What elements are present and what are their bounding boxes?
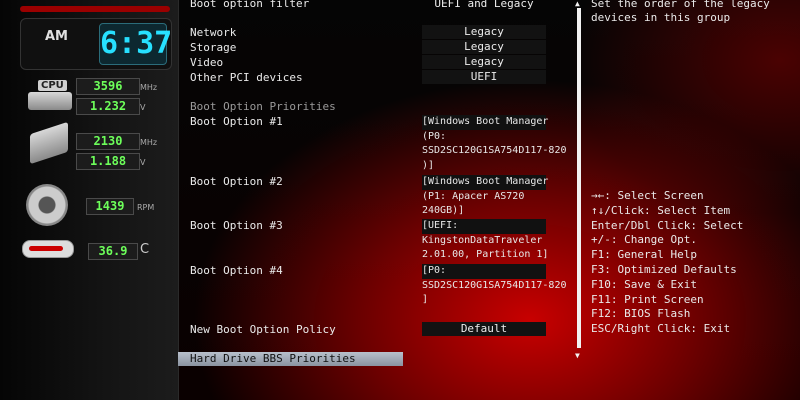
- fan-icon: [26, 184, 68, 226]
- memory-frequency-unit: MHz: [140, 138, 158, 147]
- key-select: Enter/Dbl Click: Select: [591, 218, 744, 232]
- new-boot-policy-label[interactable]: New Boot Option Policy: [190, 323, 336, 336]
- boot-option-3-value[interactable]: [UEFI: KingstonDataTraveler 2.01.00, Par…: [422, 219, 582, 263]
- video-label[interactable]: Video: [190, 56, 223, 69]
- key-legend: →←: Select Screen ↑↓/Click: Select Item …: [591, 189, 743, 337]
- boot-priorities-heading: Boot Option Priorities: [190, 100, 336, 113]
- cpu-icon: [28, 92, 72, 110]
- panel-accent-bar: [20, 6, 170, 12]
- boot-option-3-label[interactable]: Boot Option #3: [190, 219, 283, 232]
- boot-option-1-line-2: (P0:: [422, 130, 447, 142]
- scroll-up-arrow-icon[interactable]: ▲: [575, 0, 580, 8]
- fan-speed-unit: RPM: [137, 203, 155, 212]
- hardware-monitor-panel: AM 6:37 CPU 3596 MHz 1.232 V 2130 MHz 1.…: [0, 0, 179, 400]
- scrollbar[interactable]: [577, 8, 581, 348]
- boot-option-2-value[interactable]: [Windows Boot Manager (P1: Apacer AS720 …: [422, 175, 582, 219]
- new-boot-policy-value[interactable]: Default: [422, 322, 546, 336]
- key-exit: ESC/Right Click: Exit: [591, 322, 731, 336]
- help-description-line-1: Set the order of the legacy: [591, 0, 770, 10]
- video-value[interactable]: Legacy: [422, 55, 546, 69]
- boot-option-4-line-3: ]: [422, 294, 429, 305]
- boot-option-1-line-4: )]: [422, 159, 435, 171]
- clock-ampm: AM: [45, 29, 68, 44]
- key-select-item: ↑↓/Click: Select Item: [591, 203, 731, 217]
- memory-frequency: 2130: [76, 133, 140, 150]
- boot-option-2-label[interactable]: Boot Option #2: [190, 175, 283, 188]
- temperature-unit: C: [140, 242, 150, 257]
- boot-option-2-line-3: 240GB)]: [422, 205, 465, 216]
- boot-option-1-line-1: [Windows Boot Manager: [422, 115, 548, 130]
- other-pci-label[interactable]: Other PCI devices: [190, 71, 303, 84]
- cpu-label: CPU: [38, 80, 67, 91]
- boot-option-1-value[interactable]: [Windows Boot Manager (P0: SSD2SC120G1SA…: [422, 115, 582, 173]
- storage-value[interactable]: Legacy: [422, 40, 546, 54]
- boot-option-3-line-3: 2.01.00, Partition 1]: [422, 249, 549, 260]
- boot-option-4-value[interactable]: [P0: SSD2SC120G1SA754D117-820 ]: [422, 264, 582, 308]
- key-general-help: F1: General Help: [591, 248, 697, 262]
- memory-voltage-unit: V: [140, 158, 146, 167]
- fan-speed: 1439: [86, 198, 134, 215]
- help-description-line-2: devices in this group: [591, 11, 731, 24]
- clock-widget: AM 6:37: [20, 18, 172, 70]
- cpu-frequency-unit: MHz: [140, 83, 158, 92]
- boot-option-1-label[interactable]: Boot Option #1: [190, 115, 283, 128]
- boot-option-4-label[interactable]: Boot Option #4: [190, 264, 283, 277]
- thermometer-icon: [22, 240, 74, 258]
- cpu-voltage-unit: V: [140, 103, 146, 112]
- clock-time: 6:37: [99, 23, 172, 65]
- key-save-exit: F10: Save & Exit: [591, 277, 697, 291]
- key-change-opt: +/-: Change Opt.: [591, 233, 697, 247]
- boot-option-4-line-1: [P0:: [422, 264, 546, 279]
- memory-icon: [30, 121, 68, 165]
- key-bios-flash: F12: BIOS Flash: [591, 307, 691, 321]
- boot-option-3-line-1: [UEFI:: [422, 219, 546, 234]
- network-value[interactable]: Legacy: [422, 25, 546, 39]
- memory-voltage: 1.188: [76, 153, 140, 170]
- network-label[interactable]: Network: [190, 26, 236, 39]
- hard-drive-bbs-priorities-item[interactable]: Hard Drive BBS Priorities: [178, 352, 403, 366]
- key-select-screen: →←: Select Screen: [591, 189, 704, 202]
- boot-option-filter-value[interactable]: UEFI and Legacy: [422, 0, 546, 11]
- key-optimized-defaults: F3: Optimized Defaults: [591, 262, 737, 276]
- temperature-value: 36.9: [88, 243, 138, 260]
- cpu-frequency: 3596: [76, 78, 140, 95]
- other-pci-value[interactable]: UEFI: [422, 70, 546, 84]
- boot-option-1-line-3: SSD2SC120G1SA754D117-820: [422, 145, 567, 156]
- key-print-screen: F11: Print Screen: [591, 292, 704, 306]
- boot-option-2-line-1: [Windows Boot Manager: [422, 175, 548, 190]
- scroll-down-arrow-icon[interactable]: ▼: [575, 351, 580, 360]
- boot-option-2-line-2: (P1: Apacer AS720: [422, 190, 525, 202]
- boot-option-3-line-2: KingstonDataTraveler: [422, 234, 543, 246]
- boot-option-filter-label[interactable]: Boot option filter: [190, 0, 309, 10]
- boot-option-4-line-2: SSD2SC120G1SA754D117-820: [422, 279, 567, 291]
- storage-label[interactable]: Storage: [190, 41, 236, 54]
- cpu-voltage: 1.232: [76, 98, 140, 115]
